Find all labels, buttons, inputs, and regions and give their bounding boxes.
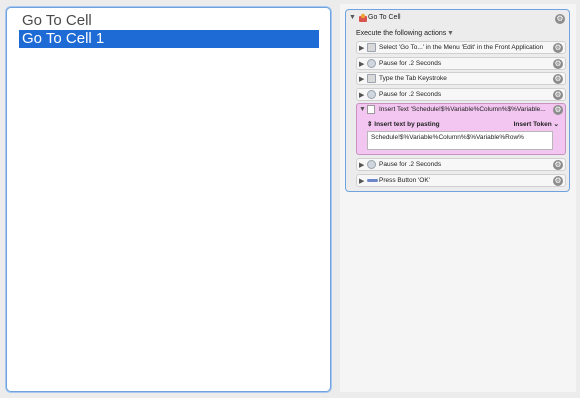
gear-icon[interactable]: ⚙ [553, 90, 563, 100]
disclosure-triangle-icon[interactable]: ▼ [359, 106, 366, 113]
disclosure-triangle-icon[interactable]: ▶ [359, 44, 364, 52]
insert-token-menu[interactable]: Insert Token ⌄ [514, 120, 559, 128]
action-label: Insert Text 'Schedule!$%Variable%Column%… [379, 106, 546, 113]
text-document-icon [367, 105, 375, 114]
clock-icon [367, 160, 376, 169]
chevron-down-icon[interactable]: ▼ [447, 30, 454, 37]
insert-token-label: Insert Token [513, 121, 552, 128]
keyboard-icon [367, 74, 376, 83]
gear-icon[interactable]: ⚙ [553, 176, 563, 186]
macro-title: Go To Cell [368, 14, 401, 21]
action-label: Pause for .2 Seconds [379, 161, 442, 168]
clock-icon [367, 59, 376, 68]
action-type-keystroke[interactable]: ▶ Type the Tab Keystroke ⚙ [356, 72, 566, 85]
insert-mode-select[interactable]: ⇕ Insert text by pasting [367, 120, 440, 128]
disclosure-triangle-icon[interactable]: ▶ [359, 75, 364, 83]
action-insert-text[interactable]: ▼ Insert Text 'Schedule!$%Variable%Colum… [356, 103, 566, 155]
disclosure-triangle-icon[interactable]: ▼ [349, 14, 356, 21]
action-select-menu[interactable]: ▶ Select 'Go To...' in the Menu 'Edit' i… [356, 41, 566, 54]
macro-header: ▼ Go To Cell ⚙ [346, 12, 569, 26]
action-label: Press Button 'OK' [379, 177, 430, 184]
gear-icon[interactable]: ⚙ [553, 105, 563, 115]
action-label: Type the Tab Keystroke [379, 75, 447, 82]
action-press-button[interactable]: ▶ Press Button 'OK' ⚙ [356, 174, 566, 187]
macro-editor: ▼ Go To Cell ⚙ Execute the following act… [345, 9, 570, 192]
gear-icon[interactable]: ⚙ [553, 43, 563, 53]
gear-icon[interactable]: ⚙ [555, 14, 565, 24]
action-pause[interactable]: ▶ Pause for .2 Seconds ⚙ [356, 57, 566, 70]
gear-icon[interactable]: ⚙ [553, 74, 563, 84]
list-item-selected[interactable]: Go To Cell 1 [19, 30, 319, 48]
disclosure-triangle-icon[interactable]: ▶ [359, 60, 364, 68]
action-pause[interactable]: ▶ Pause for .2 Seconds ⚙ [356, 158, 566, 171]
action-label: Pause for .2 Seconds [379, 60, 442, 67]
insert-mode-label: Insert text by pasting [374, 121, 440, 128]
insert-text-field[interactable]: Schedule!$%Variable%Column%$%Variable%Ro… [367, 131, 553, 150]
disclosure-triangle-icon[interactable]: ▶ [359, 161, 364, 169]
execute-label: Execute the following actions [356, 30, 447, 37]
disclosure-triangle-icon[interactable]: ▶ [359, 177, 364, 185]
keyboard-maestro-icon [359, 13, 367, 22]
action-pause[interactable]: ▶ Pause for .2 Seconds ⚙ [356, 88, 566, 101]
clock-icon [367, 90, 376, 99]
macro-list[interactable]: Go To Cell Go To Cell 1 [6, 7, 331, 392]
gear-icon[interactable]: ⚙ [553, 160, 563, 170]
list-item[interactable]: Go To Cell [19, 12, 319, 30]
disclosure-triangle-icon[interactable]: ▶ [359, 91, 364, 99]
menu-icon [367, 43, 376, 52]
action-label: Pause for .2 Seconds [379, 91, 442, 98]
action-label: Select 'Go To...' in the Menu 'Edit' in … [379, 44, 544, 51]
gear-icon[interactable]: ⚙ [553, 59, 563, 69]
button-icon [367, 179, 378, 182]
